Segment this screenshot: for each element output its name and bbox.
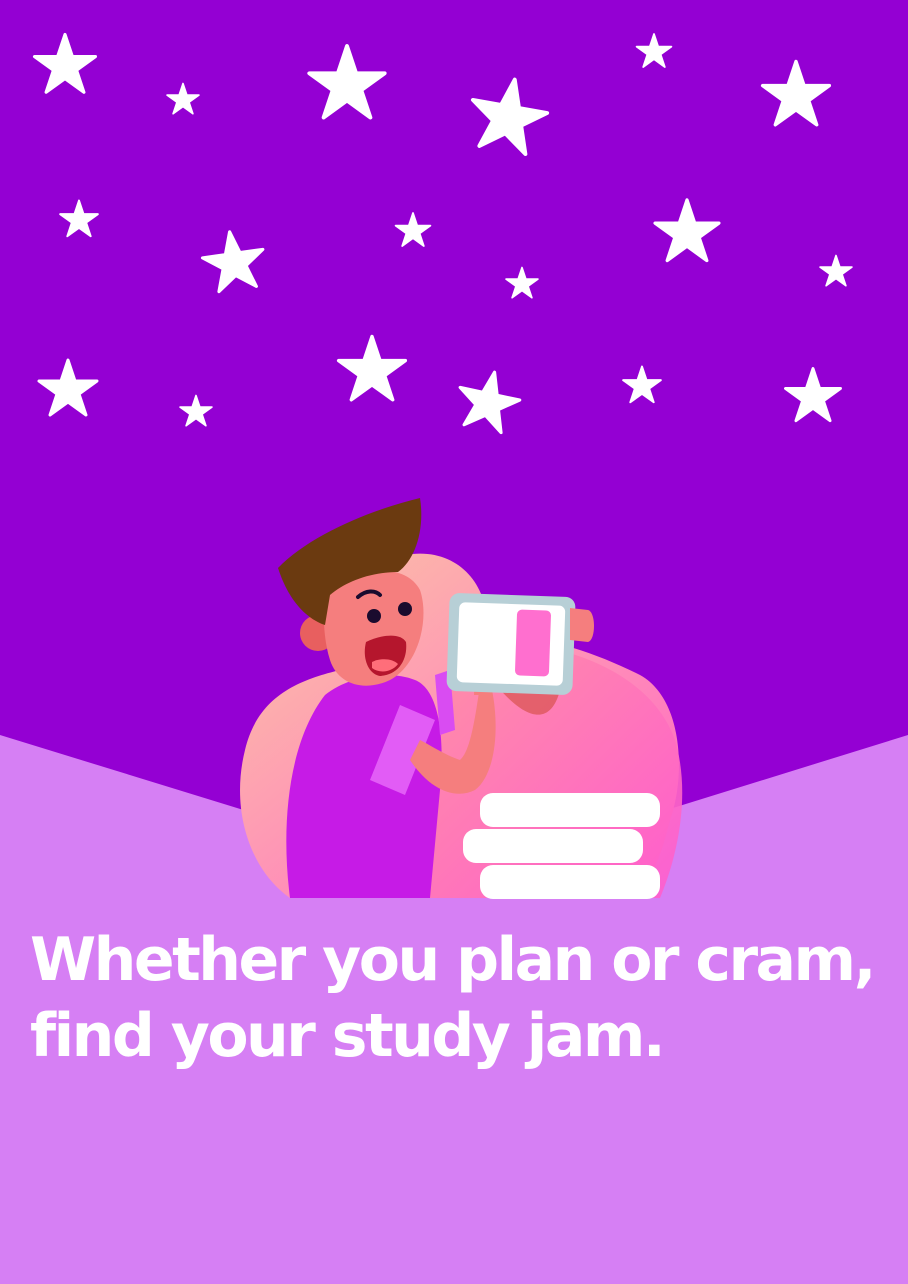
star-icon: [635, 33, 673, 68]
study-poster: Whether you plan or cram, find your stud…: [0, 0, 908, 1284]
star-icon: [394, 212, 432, 247]
star-icon: [451, 364, 526, 437]
tablet-device: [446, 593, 576, 695]
star-icon: [179, 394, 213, 427]
star-icon: [505, 266, 539, 299]
star-icon: [784, 367, 842, 423]
star-icon: [622, 365, 662, 404]
book-stack-icon: [463, 793, 660, 899]
star-icon: [197, 225, 270, 295]
star-icon: [819, 254, 853, 287]
headline: Whether you plan or cram, find your stud…: [30, 922, 890, 1074]
star-icon: [760, 59, 832, 127]
star-icon: [59, 199, 99, 238]
starfield: [32, 32, 853, 437]
star-icon: [37, 358, 99, 417]
person-with-tablet-illustration: [240, 498, 683, 899]
star-icon: [336, 334, 408, 402]
headline-line-2: find your study jam.: [30, 1001, 666, 1071]
star-icon: [653, 198, 721, 263]
headline-line-1: Whether you plan or cram,: [30, 925, 876, 995]
star-icon: [463, 71, 554, 159]
star-icon: [166, 82, 200, 115]
star-icon: [32, 32, 98, 94]
star-icon: [307, 44, 387, 120]
